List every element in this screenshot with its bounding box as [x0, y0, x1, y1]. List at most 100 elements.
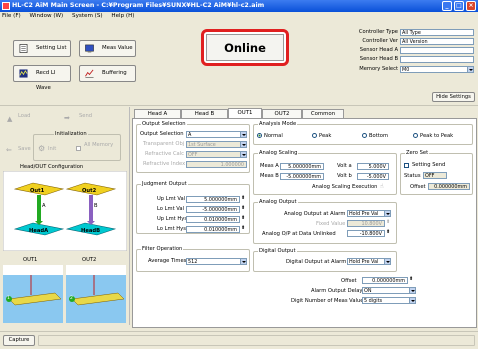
- up-hys-label: Up Lmt Hys: [157, 216, 188, 222]
- digital-alarm-label: Digital Output at Alarm: [286, 259, 347, 265]
- refractive-calc-dropdown[interactable]: OFF: [186, 151, 247, 158]
- chevron-down-icon[interactable]: [240, 142, 246, 147]
- filter-operation-title: Filter Operation: [141, 246, 184, 253]
- setting-send-label: Setting Send: [412, 162, 446, 168]
- refractive-calc-label: Refractive Calc: [145, 151, 185, 157]
- analysis-normal-label: Normal: [264, 133, 283, 139]
- memory-select-dropdown[interactable]: M0: [400, 66, 474, 73]
- lo-lmt-label: Lo Lmt Val: [157, 206, 185, 212]
- analysis-bottom-radio[interactable]: Bottom: [362, 133, 388, 139]
- lo-lmt-spinner[interactable]: ⬍: [241, 205, 245, 211]
- tab-head-a[interactable]: Head A: [134, 109, 181, 118]
- save-button[interactable]: ⇐ Save: [5, 143, 33, 155]
- analysis-peak-to-peak-radio[interactable]: Peak to Peak: [413, 133, 453, 139]
- digital-output-title: Digital Output: [258, 248, 297, 255]
- close-button[interactable]: ×: [466, 1, 476, 11]
- tab-out2[interactable]: OUT2: [262, 109, 302, 118]
- buffering-button[interactable]: Buffering: [79, 65, 136, 82]
- alarm-delay-dropdown[interactable]: ON: [362, 287, 416, 294]
- lo-hys-field[interactable]: 0.010000mm: [186, 226, 240, 233]
- tab-out1[interactable]: OUT1: [228, 108, 262, 118]
- hide-settings-button[interactable]: Hide Settings: [432, 92, 475, 102]
- chevron-down-icon[interactable]: [384, 211, 390, 216]
- analysis-normal-radio[interactable]: Normal: [257, 133, 283, 139]
- tab-head-b[interactable]: Head B: [181, 109, 228, 118]
- tab-common[interactable]: Common: [302, 109, 344, 118]
- fixed-value-spinner[interactable]: ⬍: [386, 219, 390, 225]
- transparent-obj-dropdown[interactable]: 1st Surface: [186, 141, 247, 148]
- sensor-head-a-field: [400, 47, 474, 54]
- save-icon: ⇐: [6, 146, 12, 154]
- send-button[interactable]: ➡ Send: [62, 110, 102, 122]
- chevron-down-icon[interactable]: [384, 259, 390, 264]
- chevron-down-icon[interactable]: [240, 152, 246, 157]
- scaling-execution-button[interactable]: ☝: [380, 183, 384, 190]
- volt-a-field[interactable]: 5.000V: [357, 163, 389, 170]
- chevron-down-icon[interactable]: [240, 259, 246, 264]
- capture-button[interactable]: Capture: [3, 335, 35, 346]
- zero-status-field: OFF: [423, 172, 447, 179]
- meas-b-label: Meas B: [260, 173, 279, 179]
- scaling-execution-label: Analog Scaling Execution: [312, 184, 378, 190]
- setting-list-button[interactable]: Setting List: [13, 40, 71, 57]
- menu-window[interactable]: Window (W): [30, 13, 64, 19]
- menu-system[interactable]: System (S): [72, 13, 103, 19]
- chevron-down-icon[interactable]: [409, 298, 415, 303]
- zero-offset-label: Offset: [410, 184, 426, 190]
- meas-value-button[interactable]: Meas Value: [79, 40, 136, 57]
- out2-preview-label: OUT2: [82, 257, 97, 263]
- chevron-down-icon[interactable]: [409, 288, 415, 293]
- lo-hys-spinner[interactable]: ⬍: [241, 225, 245, 231]
- out2-number-badge: 2: [70, 296, 73, 301]
- up-lmt-label: Up Lmt Val: [157, 196, 186, 202]
- chevron-down-icon[interactable]: [240, 132, 246, 137]
- up-hys-field[interactable]: 0.010000mm: [186, 216, 240, 223]
- output-selection-label: Output Selection: [140, 131, 184, 137]
- sensor-head-b-label: Sensor Head B: [359, 56, 398, 62]
- load-button[interactable]: ▲ Load: [5, 110, 45, 123]
- up-lmt-field[interactable]: 5.000000mm: [186, 196, 240, 203]
- record-wave-button[interactable]: Recd LI Wave: [13, 65, 71, 91]
- setting-send-checkbox[interactable]: [404, 163, 409, 168]
- buffering-label: Buffering: [102, 70, 127, 76]
- analysis-bottom-label: Bottom: [369, 133, 389, 139]
- send-label: Send: [79, 113, 93, 119]
- zero-set-title: Zero Set: [405, 150, 430, 157]
- output-selection-value: A: [188, 132, 192, 138]
- send-icon: ➡: [64, 114, 70, 122]
- gear-icon: ⚙: [38, 144, 46, 153]
- minimize-button[interactable]: _: [442, 1, 452, 11]
- meas-a-field[interactable]: 5.000000mm: [280, 163, 324, 170]
- volt-b-field[interactable]: -5.000V: [357, 173, 389, 180]
- menu-help[interactable]: Help (H): [111, 13, 134, 19]
- average-times-dropdown[interactable]: 512: [186, 258, 247, 265]
- fixed-value-field[interactable]: 10.800V: [347, 220, 385, 227]
- digit-number-value: 5 digits: [364, 298, 383, 304]
- offset-spinner[interactable]: ⬍: [409, 276, 413, 282]
- all-memory-checkbox[interactable]: [76, 146, 81, 151]
- memory-select-value: M0: [402, 67, 410, 73]
- analog-alarm-value: Hold Pre Val: [349, 211, 379, 217]
- chevron-down-icon[interactable]: [467, 67, 473, 72]
- out1-node: Out1: [30, 188, 45, 194]
- analog-alarm-dropdown[interactable]: Hold Pre Val: [347, 210, 391, 217]
- data-unlinked-field[interactable]: -10.800V: [347, 230, 385, 237]
- output-selection-dropdown[interactable]: A: [186, 131, 247, 138]
- digital-alarm-dropdown[interactable]: Hold Pre Val: [347, 258, 391, 265]
- analysis-peak-radio[interactable]: Peak: [312, 133, 331, 139]
- controller-ver-label: Controller Ver: [362, 38, 398, 44]
- offset-field[interactable]: 0.000000mm: [362, 277, 408, 284]
- menu-file[interactable]: File (F): [2, 13, 21, 19]
- init-button[interactable]: ⚙ Init: [37, 143, 62, 155]
- online-label: Online: [206, 34, 284, 61]
- head-a-node: HeadA: [29, 228, 49, 234]
- meas-b-field[interactable]: -5.000000mm: [280, 173, 324, 180]
- up-hys-spinner[interactable]: ⬍: [241, 215, 245, 221]
- digit-number-dropdown[interactable]: 5 digits: [362, 297, 416, 304]
- left-panel: ▲ Load ➡ Send ⇐ Save Initialization ⚙ In…: [0, 107, 130, 325]
- data-unlinked-spinner[interactable]: ⬍: [386, 229, 390, 235]
- refractive-index-field[interactable]: 1.000000: [186, 161, 247, 168]
- maximize-button[interactable]: □: [454, 1, 464, 11]
- lo-lmt-field[interactable]: -5.000000mm: [186, 206, 240, 213]
- up-lmt-spinner[interactable]: ⬍: [241, 195, 245, 201]
